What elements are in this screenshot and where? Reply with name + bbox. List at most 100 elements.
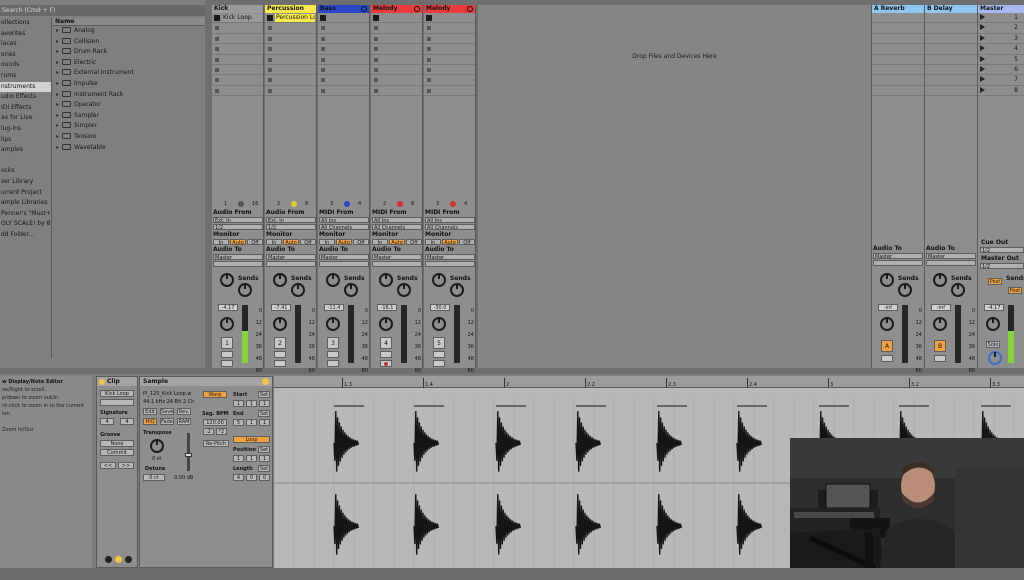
cue-volume-knob[interactable] bbox=[988, 351, 1002, 365]
monitor-off-button[interactable]: Off bbox=[353, 239, 369, 246]
clip-stop-icon[interactable] bbox=[374, 26, 378, 31]
scene-launch-button[interactable]: 6 bbox=[978, 65, 1024, 76]
clip-stop-icon[interactable] bbox=[427, 78, 431, 83]
volume-field[interactable]: -4.17 bbox=[218, 304, 238, 311]
play-icon[interactable] bbox=[980, 14, 985, 20]
pan-knob[interactable] bbox=[273, 317, 287, 331]
output-select[interactable]: Master bbox=[319, 254, 369, 260]
clip-slot[interactable]: Percussion Loop bbox=[265, 13, 316, 24]
reverse-button[interactable]: Rev. bbox=[177, 408, 191, 415]
monitor-off-button[interactable]: Off bbox=[406, 239, 422, 246]
send-b-knob[interactable] bbox=[291, 283, 305, 297]
end-field[interactable]: 1 bbox=[246, 419, 257, 426]
pan-knob[interactable] bbox=[933, 317, 947, 331]
clip-slot[interactable] bbox=[371, 34, 422, 45]
clip-slot[interactable] bbox=[371, 65, 422, 76]
scene-launch-button[interactable]: 3 bbox=[978, 34, 1024, 45]
clip-slot[interactable] bbox=[212, 34, 263, 45]
solo-button[interactable] bbox=[327, 351, 339, 358]
clip-stop-icon[interactable] bbox=[321, 88, 325, 93]
clip-slot[interactable] bbox=[371, 55, 422, 65]
clip-name-field[interactable]: Kick Loop bbox=[100, 390, 134, 397]
track-title[interactable]: Melody bbox=[424, 5, 475, 13]
clip-slot[interactable] bbox=[212, 23, 263, 34]
master-volume-field[interactable]: -4.17 bbox=[984, 304, 1004, 311]
transpose-knob[interactable] bbox=[150, 439, 164, 453]
clip-slot[interactable] bbox=[424, 34, 475, 45]
send-a-knob[interactable] bbox=[273, 273, 287, 287]
clip-slot[interactable] bbox=[265, 75, 316, 86]
bpm-field[interactable]: 120.00 bbox=[203, 419, 227, 426]
clip-slot[interactable] bbox=[318, 34, 369, 45]
clip-slot[interactable] bbox=[424, 86, 475, 97]
clip-stop-icon[interactable] bbox=[374, 88, 378, 93]
detune-value[interactable]: 0 ct bbox=[143, 474, 165, 481]
clip-slot[interactable] bbox=[318, 13, 369, 24]
play-icon[interactable] bbox=[980, 45, 985, 52]
scene-launch-button[interactable]: 8 bbox=[978, 86, 1024, 97]
arm-button[interactable] bbox=[221, 360, 233, 367]
clip-stop-icon[interactable] bbox=[268, 26, 272, 31]
clip-slot[interactable] bbox=[371, 75, 422, 86]
clip-stop-icon[interactable] bbox=[427, 36, 431, 41]
clip-stop-icon[interactable] bbox=[427, 26, 431, 31]
clip-slot[interactable] bbox=[318, 44, 369, 55]
browser-category-item[interactable]: urrent Project bbox=[0, 188, 51, 199]
groove-select[interactable]: None bbox=[100, 440, 134, 447]
device-folder-item[interactable]: ▸ Operator bbox=[53, 100, 205, 111]
post-button[interactable]: Post bbox=[988, 278, 1002, 285]
device-folder-item[interactable]: ▸ Tension bbox=[53, 132, 205, 143]
sig-denominator[interactable]: 4 bbox=[120, 418, 134, 425]
monitor-off-button[interactable]: Off bbox=[459, 239, 475, 246]
monitor-in-button[interactable]: In bbox=[372, 239, 388, 246]
browser-category-item[interactable]: amples bbox=[0, 145, 51, 156]
output-select[interactable]: Master bbox=[372, 254, 422, 260]
post-button-b[interactable]: Post bbox=[1008, 287, 1022, 294]
solo-cue-button[interactable]: Solo bbox=[986, 341, 1000, 348]
start-set-button[interactable]: Set bbox=[258, 391, 270, 398]
input-type-select[interactable]: All Ins bbox=[372, 217, 422, 223]
halve-bpm-button[interactable]: :2 bbox=[203, 428, 214, 435]
clip-stop-icon[interactable] bbox=[321, 47, 325, 52]
clip-slot[interactable] bbox=[212, 44, 263, 55]
track-activator-button[interactable]: 4 bbox=[380, 337, 392, 349]
device-folder-item[interactable]: ▸ External Instrument bbox=[53, 68, 205, 79]
hiq-button[interactable]: HiQ bbox=[143, 418, 157, 425]
browser-category-item[interactable]: ample Libraries bbox=[0, 198, 51, 209]
clip-launch-icon[interactable] bbox=[267, 15, 273, 21]
output-channel-select[interactable] bbox=[213, 261, 263, 267]
clip-stop-icon[interactable] bbox=[374, 78, 378, 83]
browser-category-item[interactable]: udio Effects bbox=[0, 92, 51, 103]
clip-stop-icon[interactable] bbox=[268, 67, 272, 72]
track-title[interactable]: Melody bbox=[371, 5, 422, 13]
scene-launch-button[interactable]: 7 bbox=[978, 75, 1024, 86]
position-field[interactable]: 1 bbox=[246, 455, 257, 462]
send-b-knob[interactable] bbox=[238, 283, 252, 297]
return-activator-button[interactable]: B bbox=[934, 340, 946, 352]
track-fold-icon[interactable] bbox=[414, 6, 420, 12]
gain-slider-handle[interactable] bbox=[185, 453, 192, 457]
input-channel-select[interactable]: 1/2 bbox=[266, 224, 316, 230]
device-folder-item[interactable]: ▸ Analog bbox=[53, 26, 205, 37]
device-folder-item[interactable]: ▸ Simpler bbox=[53, 121, 205, 132]
clip-slot[interactable] bbox=[424, 65, 475, 76]
position-field[interactable]: 1 bbox=[259, 455, 270, 462]
input-channel-select[interactable]: 1/2 bbox=[213, 224, 263, 230]
output-select[interactable]: Master bbox=[425, 254, 475, 260]
volume-field[interactable]: -30.0 bbox=[430, 304, 450, 311]
browser-category-item[interactable]: rums bbox=[0, 71, 51, 82]
monitor-auto-button[interactable]: Auto bbox=[389, 239, 405, 246]
clip-stop-icon[interactable] bbox=[374, 47, 378, 52]
monitor-auto-button[interactable]: Auto bbox=[230, 239, 246, 246]
clip-slot[interactable] bbox=[318, 65, 369, 76]
browser-category-item[interactable]: IDI Effects bbox=[0, 103, 51, 114]
clip-stop-icon[interactable] bbox=[321, 36, 325, 41]
save-button[interactable]: Save bbox=[160, 408, 174, 415]
solo-button[interactable] bbox=[934, 355, 946, 362]
clip-slot[interactable] bbox=[371, 23, 422, 34]
monitor-off-button[interactable]: Off bbox=[247, 239, 263, 246]
output-channel-select[interactable] bbox=[873, 260, 923, 266]
commit-button[interactable]: Commit bbox=[100, 449, 134, 456]
start-field[interactable]: 1 bbox=[259, 400, 270, 407]
loop-button[interactable]: Loop bbox=[233, 436, 270, 443]
